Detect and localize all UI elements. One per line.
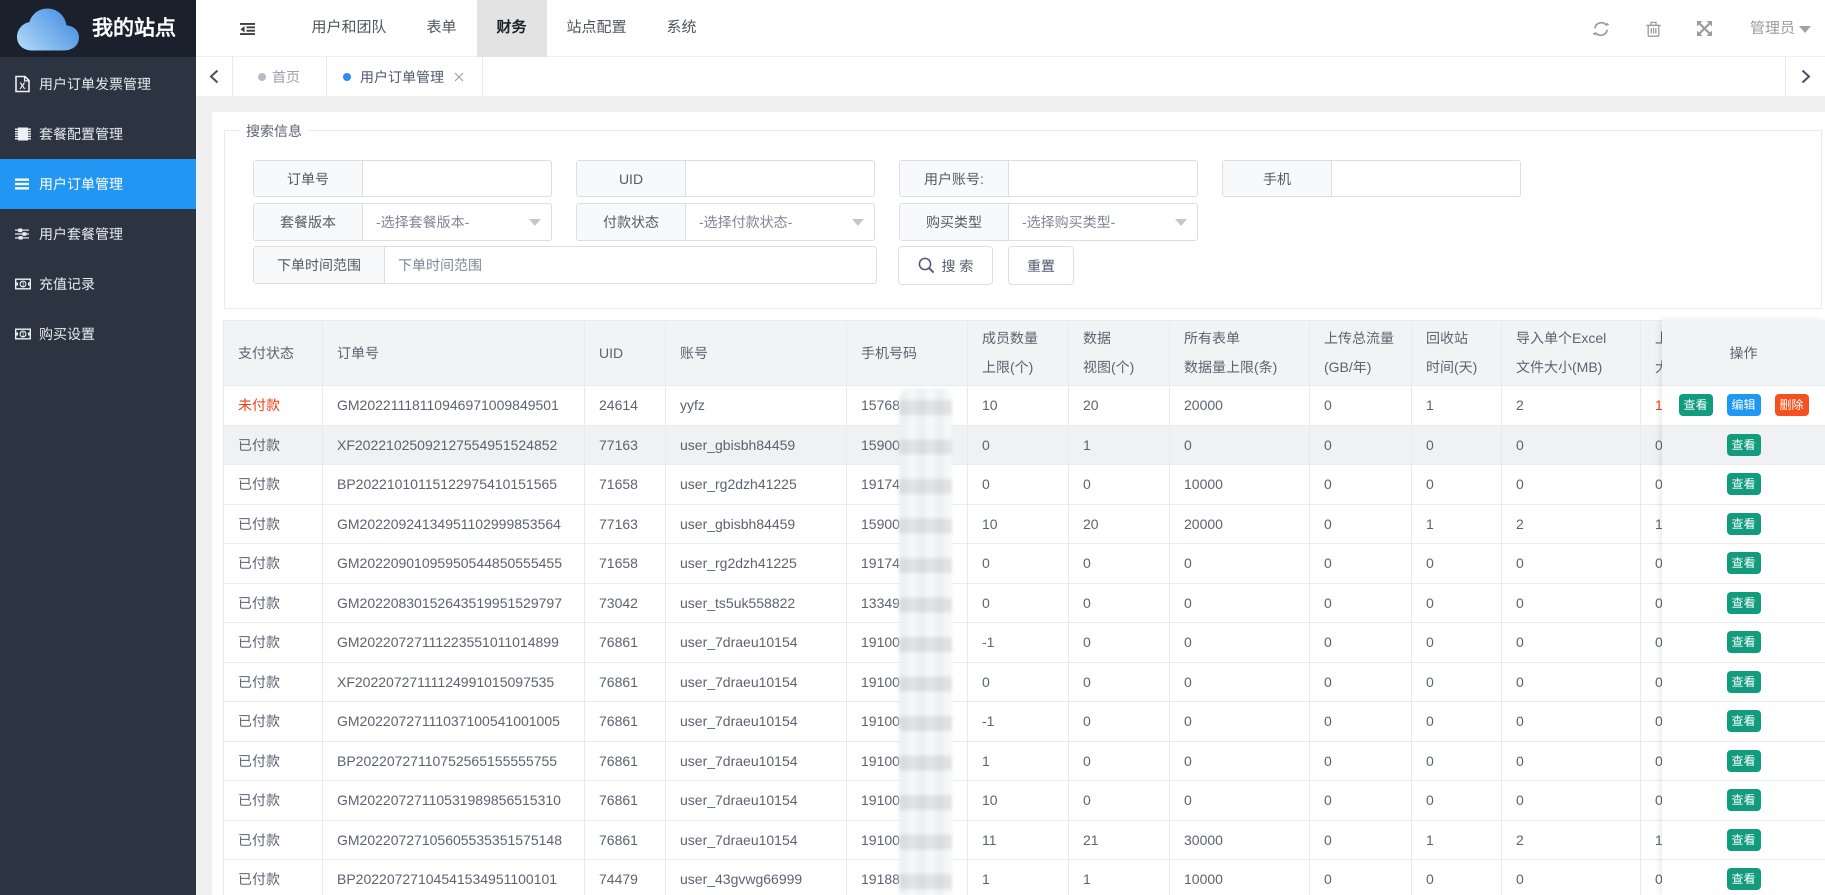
svg-text:1: 1 bbox=[21, 332, 25, 339]
svg-text:X: X bbox=[19, 81, 25, 91]
svg-text:1: 1 bbox=[21, 282, 25, 289]
